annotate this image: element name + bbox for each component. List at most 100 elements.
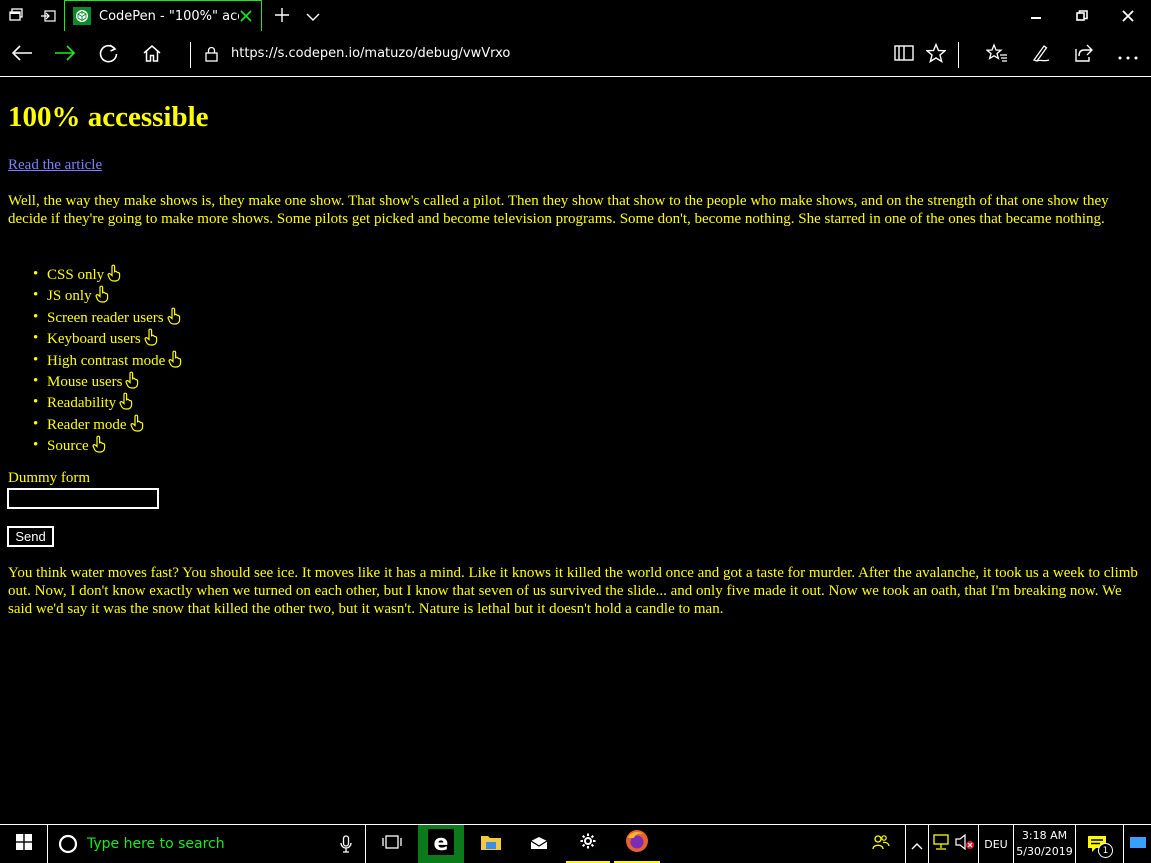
taskbar-mail[interactable]: [516, 825, 562, 863]
volume-muted-icon: [955, 833, 975, 854]
page-title: 100% accessible: [8, 101, 209, 133]
task-view-button[interactable]: [370, 825, 414, 863]
home-button[interactable]: [132, 33, 172, 76]
list-item-label: Reader mode: [47, 416, 127, 433]
list-item-label: Keyboard users: [47, 331, 141, 348]
refresh-button[interactable]: [89, 33, 129, 76]
show-hidden-icons-button[interactable]: [905, 825, 929, 863]
list-item: Readability: [33, 392, 182, 414]
taskbar-settings[interactable]: [566, 825, 610, 863]
intro-paragraph: Well, the way they make shows is, they m…: [8, 193, 1109, 227]
network-icon: [932, 834, 950, 854]
list-item: Screen reader users: [33, 307, 182, 329]
input-language-indicator[interactable]: DEU: [978, 825, 1013, 863]
lock-icon: [205, 46, 218, 62]
home-icon: [142, 44, 162, 66]
taskbar-firefox[interactable]: [614, 825, 660, 863]
clock[interactable]: 3:18 AM 5/30/2019: [1013, 825, 1076, 863]
minimize-icon: [1030, 7, 1042, 26]
folder-icon: [480, 833, 502, 855]
separator: [190, 42, 191, 68]
back-button[interactable]: [2, 33, 42, 76]
forward-button[interactable]: [45, 33, 85, 76]
microphone-icon[interactable]: [340, 835, 352, 853]
more-button[interactable]: [1108, 33, 1148, 76]
list-item: Source: [33, 435, 182, 457]
notification-icon: 1: [1087, 835, 1113, 858]
clock-time: 3:18 AM: [1021, 829, 1068, 842]
share-icon: [1073, 44, 1093, 66]
restore-button[interactable]: [1059, 0, 1105, 33]
taskbar-search[interactable]: Type here to search: [47, 825, 366, 863]
action-center-button[interactable]: 1: [1078, 825, 1116, 863]
volume-button[interactable]: [953, 825, 977, 863]
star-icon: [925, 42, 947, 67]
task-view-icon: [382, 834, 402, 854]
address-bar[interactable]: https://s.codepen.io/matuzo/debug/vwVrxo: [231, 46, 510, 61]
page-content: 100% accessible Read the article Well, t…: [0, 77, 1151, 824]
search-placeholder: Type here to search: [87, 836, 225, 852]
people-button[interactable]: [866, 825, 896, 863]
close-icon: [1122, 7, 1134, 26]
show-desktop-button[interactable]: [1123, 825, 1151, 863]
pen-icon: [1031, 43, 1051, 67]
list-item: High contrast mode: [33, 350, 182, 371]
set-aside-icon: [40, 7, 56, 26]
list-item: CSS only: [33, 264, 182, 286]
tab-bar: CodePen - "100%" acce:: [0, 0, 1151, 33]
desktop-icon: [1129, 835, 1147, 854]
book-icon: [894, 44, 914, 66]
send-button[interactable]: Send: [7, 526, 54, 547]
list-item: Mouse users: [33, 371, 182, 393]
plus-icon: [274, 7, 290, 27]
favorites-list-icon: [985, 42, 1008, 67]
refresh-icon: [99, 43, 119, 67]
chevron-up-icon: [911, 835, 923, 854]
notification-count-badge: 1: [1098, 843, 1113, 858]
set-tabs-aside-button[interactable]: [33, 0, 63, 33]
start-button[interactable]: [0, 825, 47, 863]
gear-icon: [580, 833, 596, 853]
windows-logo-icon: [15, 834, 32, 854]
list-item-label: Screen reader users: [47, 309, 164, 326]
add-notes-button[interactable]: [1021, 33, 1061, 76]
tab-title: CodePen - "100%" acce:: [99, 8, 239, 24]
read-article-link[interactable]: Read the article: [8, 157, 102, 174]
tab-preview-button[interactable]: [300, 0, 326, 33]
dummy-form-label: Dummy form: [8, 470, 91, 486]
close-window-button[interactable]: [1105, 0, 1151, 33]
tabs-stack-icon: [9, 7, 23, 26]
favorite-button[interactable]: [916, 33, 956, 76]
feature-list: CSS only JS only Screen reader users Key…: [8, 264, 182, 457]
list-item: JS only: [33, 285, 182, 307]
new-tab-button[interactable]: [268, 0, 296, 33]
list-item: Keyboard users: [33, 328, 182, 350]
network-button[interactable]: [930, 825, 952, 863]
dummy-form-input[interactable]: [7, 488, 159, 509]
separator: [958, 42, 959, 68]
chevron-down-icon: [306, 7, 320, 26]
closing-paragraph: You think water moves fast? You should s…: [8, 565, 1138, 617]
list-item-label: CSS only: [47, 267, 105, 283]
minimize-button[interactable]: [1013, 0, 1059, 33]
share-button[interactable]: [1063, 33, 1103, 76]
list-item-label: Source: [47, 438, 89, 455]
svg-text:e: e: [434, 831, 449, 855]
people-icon: [872, 834, 890, 854]
navigation-bar: https://s.codepen.io/matuzo/debug/vwVrxo: [0, 33, 1151, 77]
close-tab-icon[interactable]: [239, 9, 253, 23]
tab-actions-button[interactable]: [0, 0, 32, 33]
taskbar-edge[interactable]: e: [418, 825, 464, 863]
more-dots-icon: [1118, 45, 1138, 64]
list-item-label: Mouse users: [47, 373, 123, 390]
cortana-circle-icon: [58, 834, 78, 854]
restore-icon: [1076, 7, 1088, 26]
favorites-hub-button[interactable]: [977, 33, 1017, 76]
edge-browser-icon: e: [428, 829, 454, 859]
taskbar-file-explorer[interactable]: [468, 825, 514, 863]
list-item: Reader mode: [33, 414, 182, 436]
taskbar: Type here to search e DEU 3:18 AM 5/30/2…: [0, 824, 1151, 863]
active-tab[interactable]: CodePen - "100%" acce:: [64, 0, 262, 31]
codepen-favicon-icon: [73, 7, 91, 25]
mail-icon: [530, 835, 548, 854]
